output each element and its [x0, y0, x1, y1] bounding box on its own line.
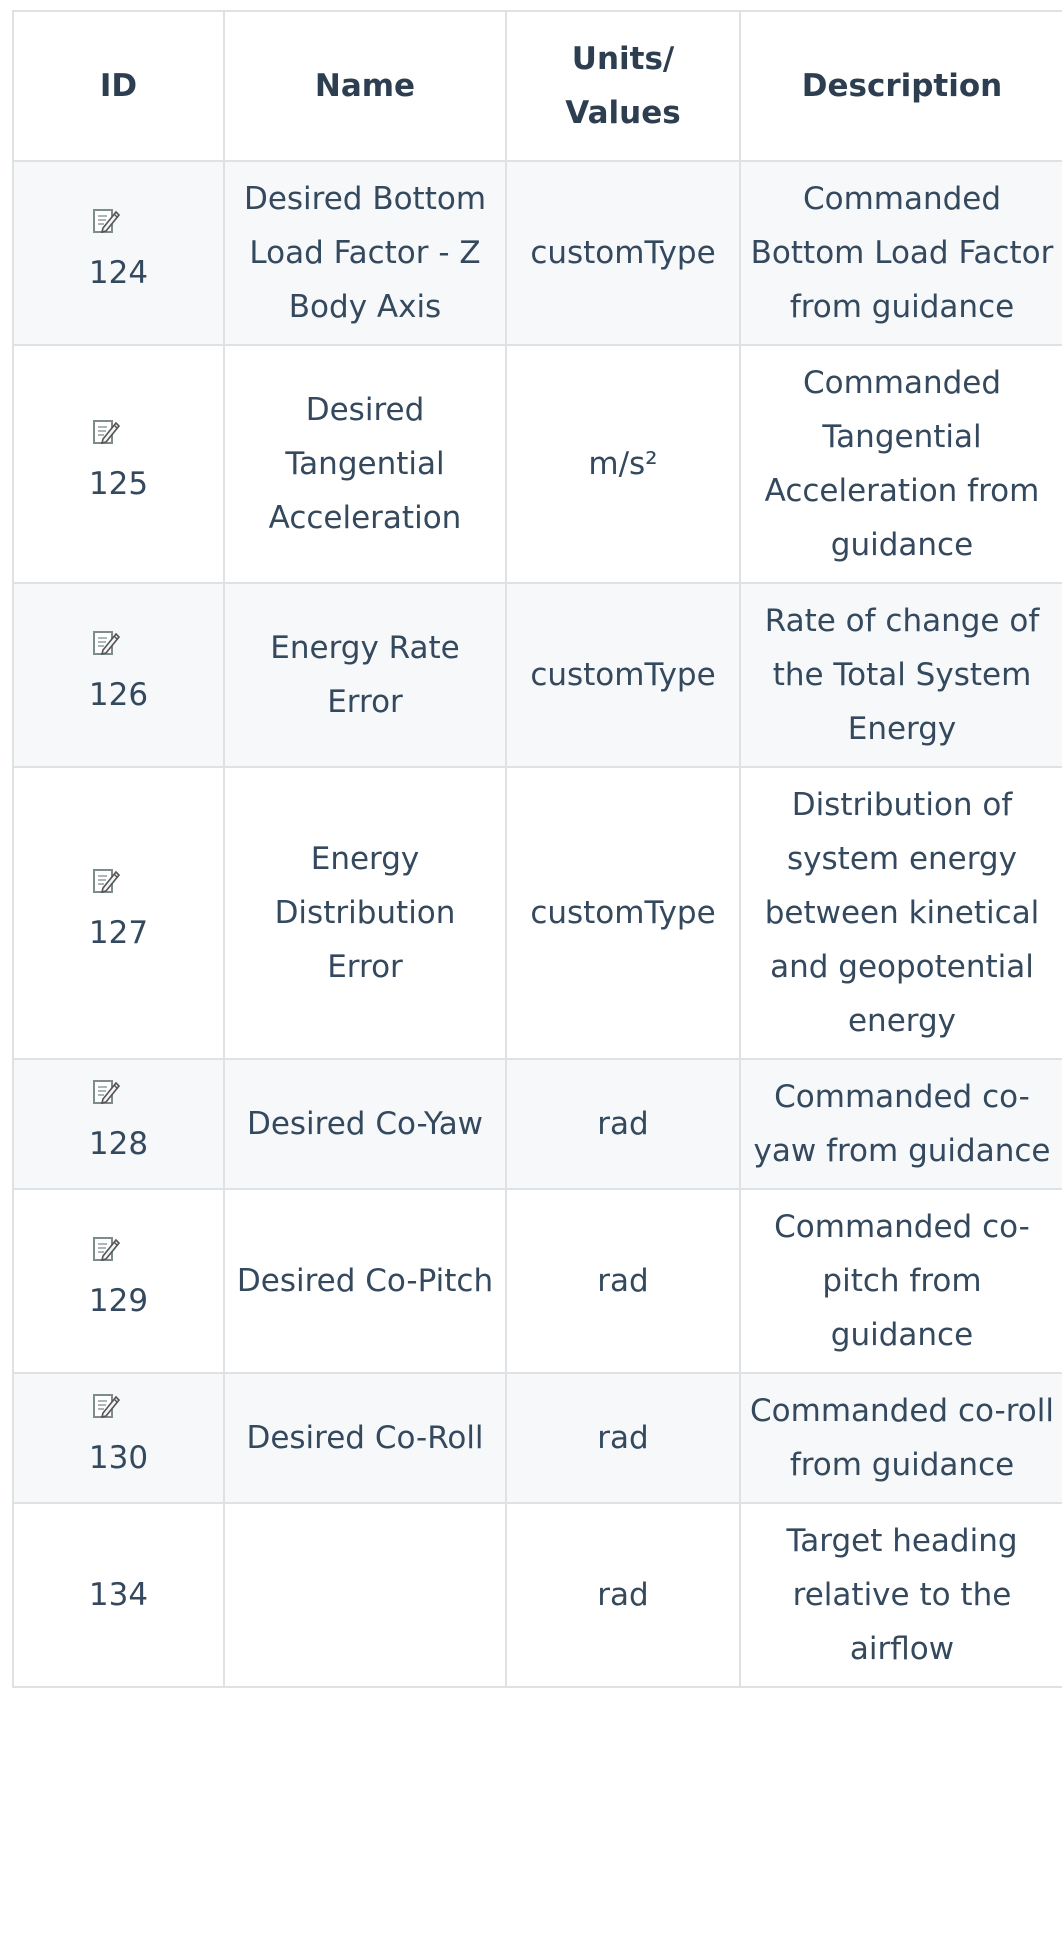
parameters-table: ID Name Units/ Values Description 124 De…: [12, 10, 1062, 1688]
row-units: customType: [505, 160, 741, 346]
row-description: Rate of change of the Total System Energ…: [739, 582, 1062, 768]
id-cell: 124: [12, 160, 225, 346]
table-row: 127 Energy Distribution Error customType…: [12, 766, 1062, 1060]
header-units: Units/ Values: [505, 10, 741, 162]
row-id: 134: [88, 1577, 149, 1613]
table-row: 124 Desired Bottom Load Factor - Z Body …: [12, 160, 1062, 346]
table-row: 126 Energy Rate Error customType Rate of…: [12, 582, 1062, 768]
row-units: rad: [505, 1502, 741, 1688]
row-id: 129: [88, 1283, 149, 1319]
row-name: Desired Co-Pitch: [223, 1188, 507, 1374]
header-name: Name: [223, 10, 507, 162]
edit-icon[interactable]: [91, 628, 121, 658]
edit-icon[interactable]: [91, 206, 121, 236]
row-description: Commanded Tangential Acceleration from g…: [739, 344, 1062, 584]
row-id: 124: [88, 255, 149, 291]
row-description: Commanded co-pitch from guidance: [739, 1188, 1062, 1374]
edit-icon[interactable]: [91, 417, 121, 447]
row-name: Energy Distribution Error: [223, 766, 507, 1060]
edit-icon[interactable]: [91, 1077, 121, 1107]
row-id: 127: [88, 915, 149, 951]
id-cell: 127: [12, 766, 225, 1060]
row-description: Commanded co-yaw from guidance: [739, 1058, 1062, 1190]
table-row: 134 rad Target heading relative to the a…: [12, 1502, 1062, 1688]
header-id: ID: [12, 10, 225, 162]
row-description: Distribution of system energy between ki…: [739, 766, 1062, 1060]
row-id: 130: [88, 1440, 149, 1476]
table-row: 130 Desired Co-Roll rad Commanded co-rol…: [12, 1372, 1062, 1504]
edit-icon[interactable]: [91, 866, 121, 896]
row-id: 126: [88, 677, 149, 713]
row-id: 125: [88, 466, 149, 502]
row-description: Commanded co-roll from guidance: [739, 1372, 1062, 1504]
table-row: 129 Desired Co-Pitch rad Commanded co-pi…: [12, 1188, 1062, 1374]
row-description: Target heading relative to the airflow: [739, 1502, 1062, 1688]
table-row: 125 Desired Tangential Acceleration m/s²…: [12, 344, 1062, 584]
edit-icon[interactable]: [91, 1391, 121, 1421]
row-description: Commanded Bottom Load Factor from guidan…: [739, 160, 1062, 346]
row-name: Desired Bottom Load Factor - Z Body Axis: [223, 160, 507, 346]
row-units: rad: [505, 1372, 741, 1504]
edit-icon[interactable]: [91, 1234, 121, 1264]
row-name: Desired Tangential Acceleration: [223, 344, 507, 584]
row-name: Desired Co-Yaw: [223, 1058, 507, 1190]
row-name: [223, 1502, 507, 1688]
table-row: 128 Desired Co-Yaw rad Commanded co-yaw …: [12, 1058, 1062, 1190]
row-units: customType: [505, 766, 741, 1060]
row-name: Desired Co-Roll: [223, 1372, 507, 1504]
id-cell: 128: [12, 1058, 225, 1190]
id-cell: 129: [12, 1188, 225, 1374]
header-description: Description: [739, 10, 1062, 162]
row-units: rad: [505, 1188, 741, 1374]
row-units: m/s²: [505, 344, 741, 584]
row-units: customType: [505, 582, 741, 768]
header-row: ID Name Units/ Values Description: [12, 10, 1062, 162]
row-units: rad: [505, 1058, 741, 1190]
row-name: Energy Rate Error: [223, 582, 507, 768]
id-cell: 130: [12, 1372, 225, 1504]
row-id: 128: [88, 1126, 149, 1162]
id-cell: 126: [12, 582, 225, 768]
id-cell: 125: [12, 344, 225, 584]
id-cell: 134: [12, 1502, 225, 1688]
